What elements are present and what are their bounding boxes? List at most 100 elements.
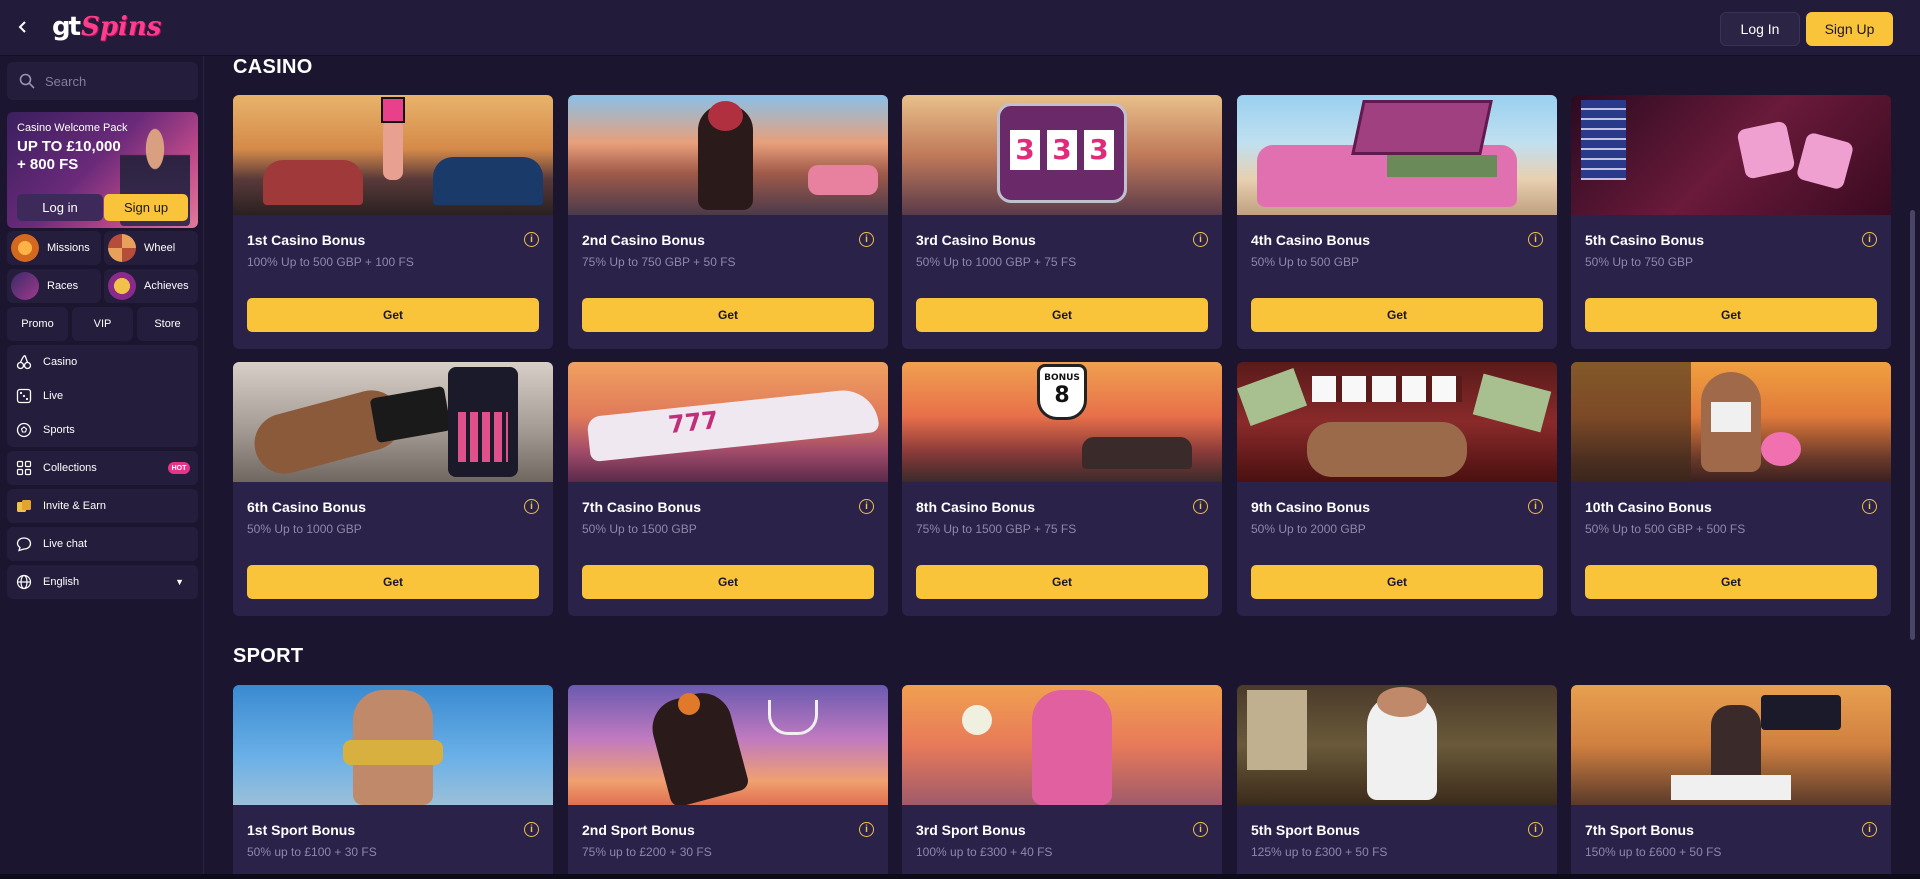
- achieves-thumb-icon: [108, 272, 136, 300]
- info-icon[interactable]: i: [1862, 232, 1877, 247]
- casino-bonus-card: 10th Casino Bonus i 50% Up to 500 GBP + …: [1571, 362, 1891, 616]
- search-placeholder: Search: [45, 73, 87, 89]
- nav-invite-label: Invite & Earn: [43, 500, 106, 512]
- bonus-title: 5th Sport Bonus: [1251, 822, 1360, 838]
- bonus-title: 6th Casino Bonus: [247, 499, 367, 515]
- language-selector[interactable]: English ▼: [7, 565, 198, 599]
- bonus-description: 50% Up to 1000 GBP: [247, 522, 362, 536]
- vip-label: VIP: [93, 318, 112, 330]
- get-bonus-button[interactable]: Get: [916, 565, 1208, 599]
- store-label: Store: [154, 318, 181, 330]
- races-tile[interactable]: Races: [7, 269, 101, 303]
- get-bonus-button[interactable]: Get: [247, 565, 539, 599]
- bonus-title: 5th Casino Bonus: [1585, 232, 1705, 248]
- globe-icon: [15, 573, 33, 591]
- get-bonus-button[interactable]: Get: [1585, 298, 1877, 332]
- bonus-description: 50% Up to 500 GBP: [1251, 255, 1360, 269]
- nav-live[interactable]: Live: [7, 379, 198, 413]
- info-icon[interactable]: i: [859, 232, 874, 247]
- bonus-description: 50% Up to 1000 GBP + 75 FS: [916, 255, 1077, 269]
- casino-bonus-image: [1237, 95, 1557, 215]
- info-icon[interactable]: i: [524, 499, 539, 514]
- promo-login-button[interactable]: Log in: [17, 194, 103, 221]
- races-label: Races: [47, 280, 79, 292]
- nav-live-chat[interactable]: Live chat: [7, 527, 198, 561]
- get-bonus-button[interactable]: Get: [1251, 298, 1543, 332]
- casino-bonus-card: 2nd Casino Bonus i 75% Up to 750 GBP + 5…: [568, 95, 888, 349]
- info-icon[interactable]: i: [1193, 232, 1208, 247]
- get-bonus-button[interactable]: Get: [582, 565, 874, 599]
- casino-bonus-image: [233, 362, 553, 482]
- bonus-title: 1st Sport Bonus: [247, 822, 356, 838]
- sport-bonus-image: [568, 685, 888, 805]
- logo-spins-text: Spins: [81, 12, 162, 42]
- sport-bonus-card: 5th Sport Bonus i 125% up to £300 + 50 F…: [1237, 685, 1557, 879]
- promo-amount-line2: + 800 FS: [17, 156, 79, 173]
- info-icon[interactable]: i: [524, 232, 539, 247]
- search-icon: [19, 73, 35, 89]
- bonus-description: 50% up to £100 + 30 FS: [247, 845, 377, 859]
- bonus-title: 1st Casino Bonus: [247, 232, 366, 248]
- wheel-label: Wheel: [144, 242, 176, 254]
- back-button[interactable]: [8, 12, 38, 42]
- bonus-description: 75% up to £200 + 30 FS: [582, 845, 712, 859]
- bonus-title: 7th Sport Bonus: [1585, 822, 1694, 838]
- sport-section-title: SPORT: [233, 645, 304, 667]
- info-icon[interactable]: i: [1528, 499, 1543, 514]
- promo-signup-button[interactable]: Sign up: [104, 194, 188, 221]
- casino-bonus-image: 3 3 3: [902, 95, 1222, 215]
- header-login-button[interactable]: Log In: [1720, 12, 1800, 46]
- casino-bonus-image: [568, 95, 888, 215]
- bonus-title: 8th Casino Bonus: [916, 499, 1036, 515]
- bonus-description: 50% Up to 500 GBP + 500 FS: [1585, 522, 1746, 536]
- wheel-tile[interactable]: Wheel: [104, 231, 198, 265]
- bonus-title: 7th Casino Bonus: [582, 499, 702, 515]
- info-icon[interactable]: i: [1528, 232, 1543, 247]
- casino-bonus-image: 777: [568, 362, 888, 482]
- get-bonus-button[interactable]: Get: [1585, 565, 1877, 599]
- welcome-promo-banner[interactable]: Casino Welcome Pack UP TO £10,000 + 800 …: [7, 112, 198, 228]
- get-bonus-button[interactable]: Get: [916, 298, 1208, 332]
- info-icon[interactable]: i: [1193, 822, 1208, 837]
- site-logo[interactable]: gt Spins: [52, 12, 161, 44]
- info-icon[interactable]: i: [859, 822, 874, 837]
- achieves-tile[interactable]: Achieves: [104, 269, 198, 303]
- chevron-left-icon: [18, 21, 26, 33]
- sport-bonus-card: 7th Sport Bonus i 150% up to £600 + 50 F…: [1571, 685, 1891, 879]
- info-icon[interactable]: i: [524, 822, 539, 837]
- promo-tile[interactable]: Promo: [7, 307, 68, 341]
- bonus-description: 50% Up to 750 GBP: [1585, 255, 1694, 269]
- casino-bonus-image: [1237, 362, 1557, 482]
- bonus-description: 50% Up to 2000 GBP: [1251, 522, 1366, 536]
- logo-gt-text: gt: [52, 12, 81, 42]
- page-scrollbar[interactable]: [1910, 210, 1915, 640]
- get-bonus-button[interactable]: Get: [1251, 565, 1543, 599]
- info-icon[interactable]: i: [1862, 499, 1877, 514]
- casino-bonus-card: BONUS 8 8th Casino Bonus i 75% Up to 150…: [902, 362, 1222, 616]
- info-icon[interactable]: i: [859, 499, 874, 514]
- sport-bonus-card: 3rd Sport Bonus i 100% up to £300 + 40 F…: [902, 685, 1222, 879]
- header-signup-button[interactable]: Sign Up: [1806, 12, 1893, 46]
- casino-bonus-image: [1571, 362, 1891, 482]
- window-bottom-edge: [0, 874, 1920, 879]
- sport-bonus-image: [1571, 685, 1891, 805]
- missions-tile[interactable]: Missions: [7, 231, 101, 265]
- casino-bonus-card: 3 3 3 3rd Casino Bonus i 50% Up to 1000 …: [902, 95, 1222, 349]
- get-bonus-button[interactable]: Get: [247, 298, 539, 332]
- search-input[interactable]: Search: [7, 62, 198, 100]
- info-icon[interactable]: i: [1862, 822, 1877, 837]
- nav-collections-label: Collections: [43, 462, 97, 474]
- vip-tile[interactable]: VIP: [72, 307, 133, 341]
- achieves-label: Achieves: [144, 280, 189, 292]
- promo-amount-line1: UP TO £10,000: [17, 138, 121, 155]
- nav-invite-earn[interactable]: Invite & Earn: [7, 489, 198, 523]
- info-icon[interactable]: i: [1193, 499, 1208, 514]
- store-tile[interactable]: Store: [137, 307, 198, 341]
- sport-bonus-image: [1237, 685, 1557, 805]
- casino-bonus-card: 4th Casino Bonus i 50% Up to 500 GBP Get: [1237, 95, 1557, 349]
- nav-casino[interactable]: Casino: [7, 345, 198, 379]
- nav-sports[interactable]: Sports: [7, 413, 198, 447]
- get-bonus-button[interactable]: Get: [582, 298, 874, 332]
- nav-collections[interactable]: Collections HOT: [7, 451, 198, 485]
- info-icon[interactable]: i: [1528, 822, 1543, 837]
